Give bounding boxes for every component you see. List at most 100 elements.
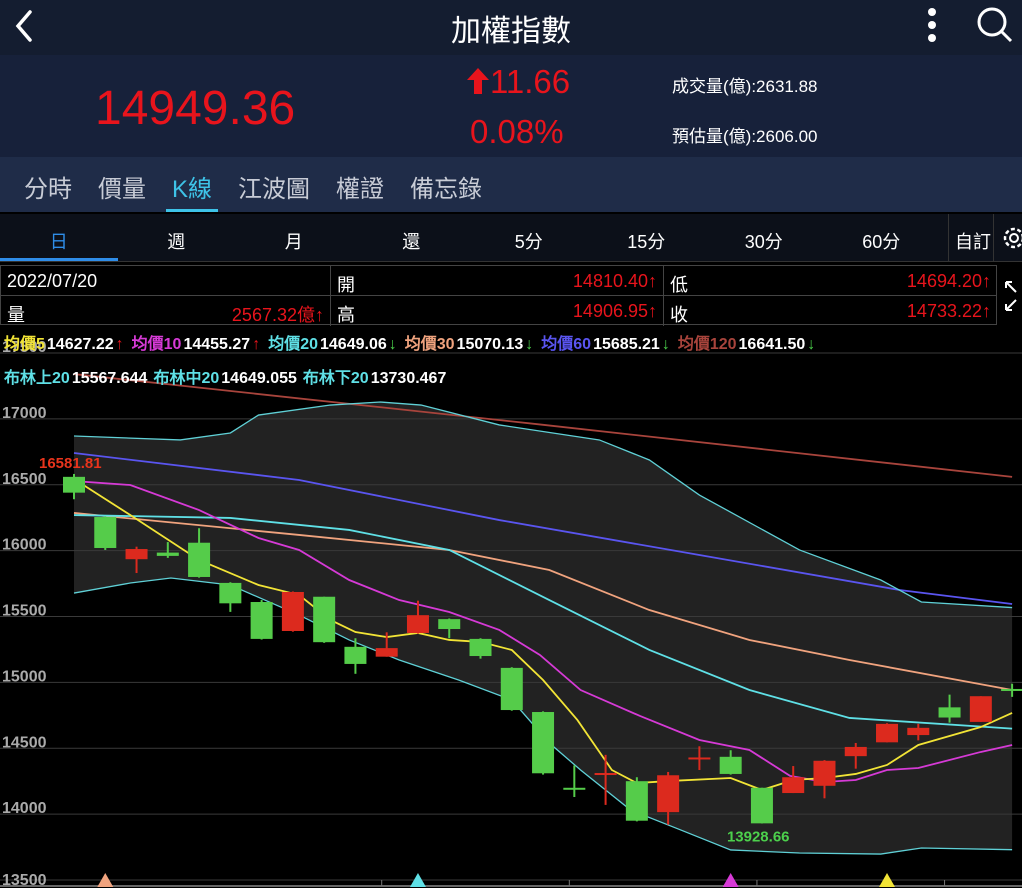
- tab-intraday[interactable]: 分時: [14, 157, 82, 212]
- estimated-volume-text: 預估量(億):2606.00: [672, 127, 818, 146]
- bollinger-value: 13730.467: [370, 370, 447, 387]
- ma-trend-arrow: ↑: [115, 336, 124, 353]
- candle-body: [657, 775, 680, 813]
- candle-body: [876, 723, 899, 743]
- bollinger-label: 布林上20: [4, 370, 70, 387]
- candle-body: [438, 619, 461, 630]
- candle-body: [688, 757, 711, 760]
- tab-warrants[interactable]: 權證: [326, 157, 394, 212]
- candle-body: [469, 638, 492, 657]
- price-change-percent: 0.08%: [470, 113, 564, 150]
- high-annotation: 16581.81: [39, 455, 102, 472]
- y-tick-label: 16000: [2, 537, 47, 554]
- candle-body: [938, 707, 961, 718]
- candle-body: [625, 781, 648, 821]
- period-30min[interactable]: 30分: [705, 214, 823, 261]
- quote-panel: 14949.36 11.66 0.08% 成交量(億):2631.88 預估量(…: [0, 55, 1022, 157]
- ma-value: 16641.50: [738, 336, 806, 353]
- custom-period-button[interactable]: 自訂: [948, 214, 994, 262]
- ohlc-info-table: 2022/07/20 開 14810.40↑ 低 14694.20↑ 量 2567.3…: [0, 265, 997, 326]
- y-tick-label: 16500: [2, 471, 47, 488]
- ma-label: 均價5: [4, 336, 45, 353]
- candle-body: [813, 760, 836, 786]
- ma-label: 均價20: [268, 336, 318, 353]
- top-bar: 加權指數: [0, 0, 1022, 55]
- candle-body: [313, 596, 336, 643]
- ma-value: 14455.27: [183, 336, 251, 353]
- candle-body: [250, 602, 273, 639]
- bollinger-value: 14649.055: [221, 370, 297, 387]
- close-cell: 收 14733.22↑: [670, 301, 991, 325]
- tab-memo[interactable]: 備忘錄: [400, 157, 492, 212]
- price-change: 11.66: [466, 63, 570, 101]
- period-month[interactable]: 月: [235, 214, 353, 261]
- ma-value: 15070.13: [456, 336, 524, 353]
- y-tick-label: 14500: [2, 734, 47, 751]
- candle-body: [375, 648, 398, 657]
- candle-body: [782, 777, 805, 794]
- period-60min[interactable]: 60分: [823, 214, 941, 261]
- period-adjusted[interactable]: 還: [353, 214, 471, 261]
- candle-body: [94, 517, 117, 548]
- date-cell: 2022/07/20: [1, 266, 331, 296]
- tab-jiangbo-chart[interactable]: 江波圖: [228, 157, 320, 212]
- candle-body: [406, 615, 429, 633]
- period-tabs: 日 週 月 還 5分 15分 30分 60分 自訂: [0, 214, 1022, 262]
- ma-trend-arrow: ↓: [807, 336, 816, 353]
- expand-icon[interactable]: [1002, 278, 1020, 314]
- ma-label: 均價30: [404, 336, 455, 353]
- y-tick-label: 15500: [2, 603, 47, 620]
- ma-value: 14649.06: [320, 336, 387, 353]
- candle-body: [532, 712, 555, 774]
- candle-body: [750, 787, 773, 824]
- search-icon[interactable]: [974, 4, 1014, 44]
- volume-text: 成交量(億):2631.88: [672, 77, 818, 96]
- open-cell: 開 14810.40↑: [331, 266, 664, 296]
- low-cell: 低 14694.20↑: [664, 266, 997, 296]
- page-title: 加權指數: [451, 15, 571, 48]
- tab-kline[interactable]: K線: [162, 157, 222, 212]
- candle-body: [156, 552, 179, 556]
- ma-value: 15685.21: [593, 336, 660, 353]
- candle-body: [563, 787, 586, 790]
- candle-body: [500, 667, 523, 711]
- y-tick-label: 15000: [2, 668, 47, 685]
- ma-trend-arrow: ↓: [661, 336, 670, 353]
- ma-label: 均價120: [677, 336, 737, 353]
- period-week[interactable]: 週: [118, 214, 236, 261]
- bollinger-label: 布林下20: [302, 370, 369, 387]
- y-tick-label: 14000: [2, 800, 47, 817]
- last-price: 14949.36: [95, 82, 296, 135]
- ma-label: 均價60: [541, 336, 592, 353]
- bollinger-value: 15567.644: [71, 370, 148, 387]
- period-5min[interactable]: 5分: [470, 214, 588, 261]
- candle-body: [344, 646, 367, 664]
- volume-cell: 量 2567.32億↑: [1, 296, 331, 326]
- candle-body: [281, 591, 304, 631]
- ma-trend-arrow: ↓: [525, 336, 534, 353]
- bollinger-label: 布林中20: [153, 370, 220, 387]
- candle-body: [969, 696, 992, 722]
- main-tabs: 分時 價量 K線 江波圖 權證 備忘錄: [0, 157, 1022, 212]
- period-15min[interactable]: 15分: [588, 214, 706, 261]
- candle-body: [1001, 688, 1022, 691]
- ma-value: 14627.22: [46, 336, 114, 353]
- bollinger-legend: 布林上20 15567.644 布林中20 14649.055 布林下20 13730.4…: [4, 364, 452, 388]
- candle-body: [63, 476, 85, 493]
- more-vertical-icon[interactable]: [920, 4, 944, 46]
- kline-chart[interactable]: 1750017000165001600015500150001450014000…: [0, 340, 1022, 888]
- candle-body: [125, 549, 148, 560]
- ma-trend-arrow: ↑: [252, 336, 261, 353]
- candle-body: [719, 756, 742, 774]
- candle-body: [594, 773, 617, 776]
- ma-trend-arrow: ↓: [388, 336, 397, 353]
- candle-body: [188, 542, 211, 577]
- ma-legend: 均價5 14627.22 ↑ 均價10 14455.27 ↑ 均價20 14649.06 ↓ 均價…: [4, 330, 823, 354]
- gear-icon[interactable]: [1000, 224, 1022, 252]
- period-day[interactable]: 日: [0, 214, 118, 261]
- up-arrow-icon: [467, 68, 489, 94]
- y-tick-label: 17000: [2, 405, 47, 422]
- tab-price-volume[interactable]: 價量: [88, 157, 156, 212]
- ma-label: 均價10: [131, 336, 182, 353]
- low-annotation: 13928.66: [727, 828, 790, 845]
